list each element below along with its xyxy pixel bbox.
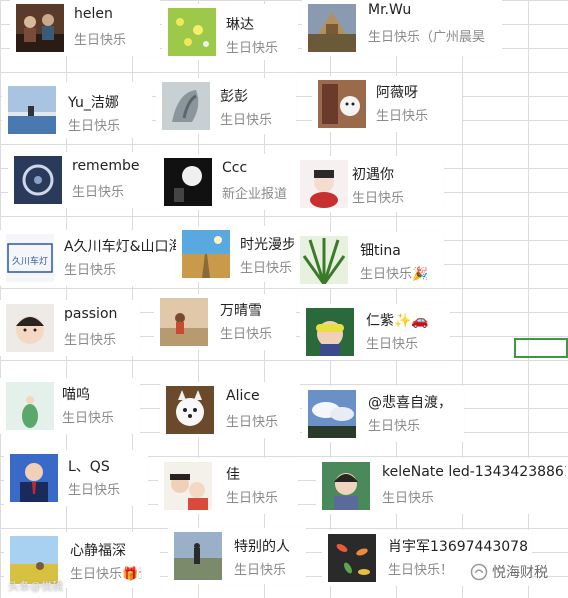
watermark-right: 悦海财税: [470, 562, 548, 582]
contact-name: passion: [64, 306, 118, 322]
contact-name: 阿薇呀: [376, 85, 418, 101]
avatar: [14, 156, 62, 204]
contact-name: 琳达: [226, 17, 254, 33]
contact-name: 佳: [226, 467, 240, 483]
contact-name: keleNate led-13434238861: [382, 464, 566, 480]
contact-message: 生日快乐: [240, 261, 293, 276]
avatar: [308, 390, 356, 438]
contact-card[interactable]: 仁紫✨🚗 生日快乐: [300, 304, 450, 360]
contact-message: 生日快乐: [64, 333, 117, 348]
avatar: [306, 308, 354, 356]
contact-card[interactable]: 阿薇呀 生日快乐: [312, 76, 462, 132]
avatar: [162, 82, 210, 130]
contact-message: 生日快乐: [352, 191, 405, 206]
contact-card[interactable]: @悲喜自渡， 生日快乐: [302, 386, 464, 442]
contact-name: Yu_洁娜: [68, 95, 119, 111]
contact-message: 生日快乐🎁🕯: [70, 567, 142, 582]
contact-card[interactable]: 彭彭 生日快乐: [156, 78, 296, 134]
watermark-text: 悦海财税: [492, 565, 548, 581]
contact-name: 肖宇军13697443078: [388, 539, 528, 555]
avatar: [182, 230, 230, 278]
avatar: [322, 462, 370, 510]
contact-card[interactable]: Ccc 新企业报道: [158, 154, 298, 210]
contact-card[interactable]: 久川车灯 A久川车灯&山口海 生日快乐: [0, 230, 180, 286]
contact-card[interactable]: Alice 生日快乐: [160, 382, 300, 438]
contact-card[interactable]: 琳达 生日快乐: [162, 4, 298, 60]
contact-name: 喵呜: [62, 387, 90, 403]
selected-cell[interactable]: [514, 338, 568, 358]
contact-message: 生日快乐🎉: [360, 267, 429, 282]
contact-card[interactable]: 初遇你 生日快乐: [294, 156, 444, 212]
contact-message: 生日快乐（广州晨昊: [368, 30, 486, 45]
avatar: [168, 8, 216, 56]
contact-message: 生日快乐: [62, 411, 115, 426]
avatar: [10, 536, 58, 584]
contact-message: 生日快乐: [376, 109, 429, 124]
avatar: 久川车灯: [6, 234, 54, 282]
contact-message: 生日快乐: [226, 415, 279, 430]
contact-name: @悲喜自渡，: [368, 395, 452, 411]
contact-message: 新企业报道: [222, 187, 288, 202]
contact-card[interactable]: 时光漫步 生日快乐: [176, 226, 300, 282]
contact-message: 生日快乐: [226, 41, 279, 56]
contact-message: 生日快乐: [68, 483, 121, 498]
contact-card[interactable]: 万晴雪 生日快乐: [154, 294, 296, 350]
contact-name: 钿tina: [360, 243, 401, 259]
contact-name: Alice: [226, 388, 260, 404]
contact-message: 生日快乐: [64, 263, 117, 278]
contact-message: 生日快乐: [72, 185, 125, 200]
contact-name: Ccc: [222, 160, 248, 176]
contact-name: L、QS: [68, 459, 110, 475]
contact-name: 时光漫步: [240, 237, 296, 253]
contact-card[interactable]: Yu_洁娜 生日快乐: [2, 82, 152, 138]
avatar: [8, 86, 56, 134]
contact-card[interactable]: 特别的人 生日快乐: [168, 528, 306, 584]
avatar: [6, 382, 54, 430]
contact-card[interactable]: 喵呜 生日快乐: [0, 378, 140, 434]
logo-text: 久川车灯: [12, 255, 48, 267]
contact-name: A久川车灯&山口海: [64, 239, 180, 255]
contact-message: 生日快乐: [74, 33, 127, 48]
contact-name: 彭彭: [220, 89, 248, 105]
contact-name: helen: [74, 6, 113, 22]
logo-icon: [470, 563, 488, 581]
avatar: [300, 160, 348, 208]
avatar: [308, 4, 356, 52]
contact-message: 生日快乐: [68, 119, 121, 134]
contact-message: 生日快乐: [366, 337, 419, 352]
avatar: [10, 454, 58, 502]
avatar: [16, 4, 64, 52]
contact-name: 万晴雪: [220, 303, 262, 319]
contact-card[interactable]: keleNate led-13434238861 生日快乐: [316, 458, 568, 514]
contact-name: remembe: [72, 158, 140, 174]
contact-name: 心静福深: [70, 543, 126, 559]
avatar: [160, 298, 208, 346]
contact-card[interactable]: helen 生日快乐: [10, 0, 160, 56]
contact-message: 生日快乐: [220, 113, 273, 128]
contact-name: 仁紫✨🚗: [366, 313, 429, 329]
contact-name: 初遇你: [352, 167, 394, 183]
contact-message: 生日快乐: [234, 563, 287, 578]
contact-message: 生日快乐: [226, 491, 279, 506]
avatar: [164, 158, 212, 206]
contact-message: 生日快乐: [220, 327, 273, 342]
watermark-left: 头条@悦税: [8, 580, 63, 593]
avatar: [6, 304, 54, 352]
avatar: [174, 532, 222, 580]
contact-card[interactable]: L、QS 生日快乐: [4, 450, 148, 506]
avatar: [318, 80, 366, 128]
avatar: [166, 386, 214, 434]
avatar: [164, 462, 212, 510]
avatar: [328, 534, 376, 582]
contact-message: 生日快乐: [368, 419, 421, 434]
contact-name: 特别的人: [234, 539, 290, 555]
contact-name: Mr.Wu: [368, 2, 412, 18]
contact-message: 生日快乐: [382, 491, 435, 506]
contact-card[interactable]: passion 生日快乐: [0, 300, 140, 356]
contact-card[interactable]: remembe 生日快乐: [8, 152, 158, 208]
contact-card[interactable]: Mr.Wu 生日快乐（广州晨昊: [302, 0, 502, 56]
contact-card[interactable]: 钿tina 生日快乐🎉: [294, 232, 444, 288]
avatar: [300, 236, 348, 284]
contact-card[interactable]: 佳 生日快乐: [158, 458, 298, 514]
